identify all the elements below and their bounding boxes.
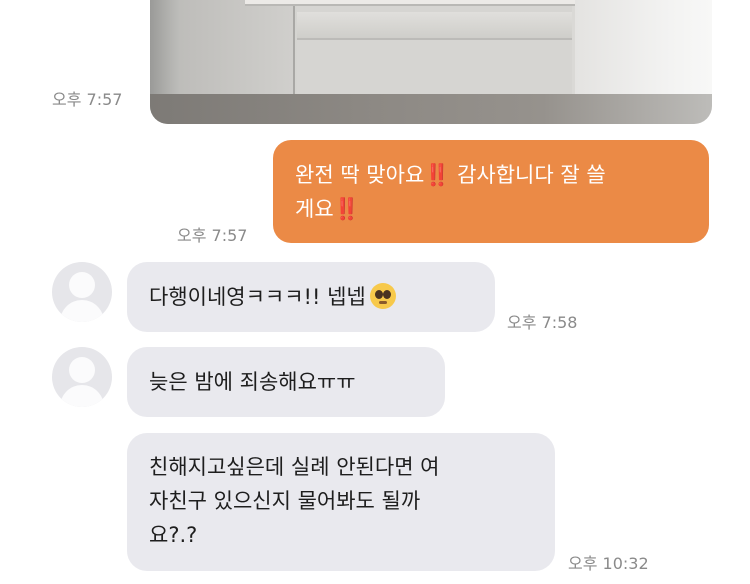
outgoing-message-line2: 게요‼️ [295,197,360,221]
pleading-face-icon [369,283,396,309]
incoming-message-line2: 자친구 있으신지 물어봐도 될까 [149,489,421,513]
incoming-timestamp: 오후 10:32 [568,554,649,573]
incoming-message-bubble[interactable]: 늦은 밤에 죄송해요ㅠㅠ [127,347,445,417]
photo-timestamp: 오후 7:57 [52,90,123,109]
photo-shelf [297,12,572,40]
incoming-message-line1: 친해지고싶은데 실례 안된다면 여 [149,455,440,479]
avatar[interactable] [52,262,112,322]
outgoing-timestamp: 오후 7:57 [177,226,248,245]
photo-shelf-top [245,0,585,6]
outgoing-message-bubble[interactable]: 완전 딱 맞아요‼️ 감사합니다 잘 쓸 게요‼️ [273,140,709,243]
photo-message[interactable] [150,0,712,124]
incoming-message-bubble[interactable]: 친해지고싶은데 실례 안된다면 여 자친구 있으신지 물어봐도 될까 요?.? [127,433,555,571]
incoming-message-line3: 요?.? [149,523,198,547]
avatar-head [69,272,95,298]
avatar[interactable] [52,347,112,407]
incoming-message-text: 늦은 밤에 죄송해요ㅠㅠ [149,370,356,394]
photo-cabinet [180,0,295,100]
avatar-body [60,385,104,407]
avatar-body [60,300,104,322]
outgoing-message-line1: 완전 딱 맞아요‼️ 감사합니다 잘 쓸 [295,163,606,187]
avatar-head [69,357,95,383]
incoming-message-text: 다행이네영ㅋㅋㅋ!! 넵넵 [149,285,366,309]
incoming-timestamp: 오후 7:58 [507,313,578,332]
photo-floor [150,94,712,124]
incoming-message-bubble[interactable]: 다행이네영ㅋㅋㅋ!! 넵넵 [127,262,495,332]
